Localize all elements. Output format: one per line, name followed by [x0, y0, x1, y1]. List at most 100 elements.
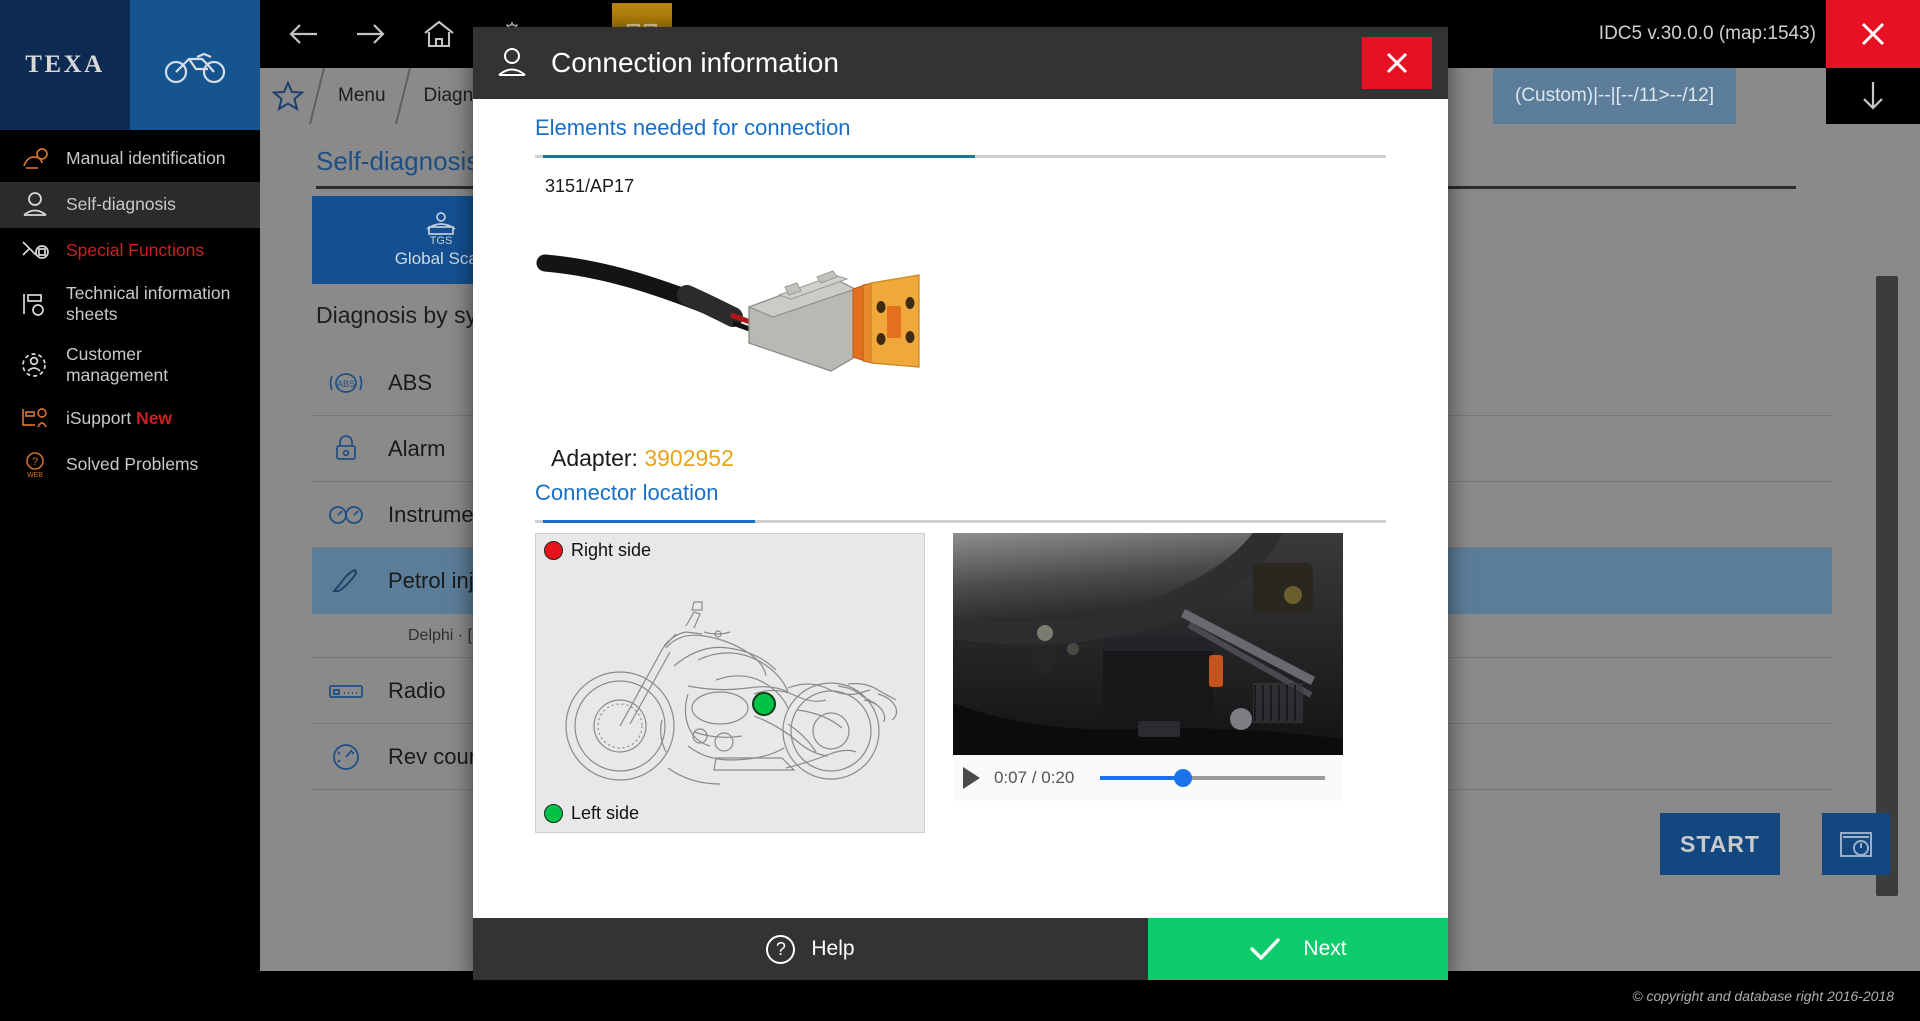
- video-thumbnail[interactable]: [953, 533, 1343, 755]
- sidebar-item-isupport[interactable]: iSupport New: [0, 395, 260, 441]
- page-title: Self-diagnosis: [316, 146, 479, 177]
- next-button[interactable]: Next: [1148, 918, 1448, 980]
- home-icon: [421, 19, 457, 49]
- dialog-close-button[interactable]: [1362, 37, 1432, 89]
- right-side-legend: Right side: [544, 540, 651, 561]
- connector-location-panels: Right side: [473, 533, 1448, 833]
- isupport-icon: [18, 405, 52, 431]
- solved-problems-web-icon: ? WEB: [18, 450, 52, 478]
- next-label: Next: [1303, 937, 1346, 961]
- self-diagnosis-icon: [18, 191, 52, 219]
- injector-icon: [326, 566, 366, 596]
- connector-image: [473, 211, 1448, 411]
- arrow-right-icon: [351, 20, 391, 48]
- radio-icon: [326, 681, 366, 701]
- sidebar-item-label: Special Functions: [66, 240, 204, 261]
- tab-connector-location[interactable]: Connector location: [535, 480, 718, 520]
- play-button[interactable]: [963, 767, 980, 789]
- motorcycle-icon: [164, 45, 226, 85]
- self-diagnosis-icon: [473, 46, 551, 80]
- video-progress-track[interactable]: [1100, 776, 1325, 780]
- adapter-label: Adapter:: [551, 445, 638, 471]
- motorcycle-outline-drawing: [548, 576, 918, 791]
- tab-underline: [535, 155, 1386, 158]
- question-mark-icon: ?: [766, 935, 795, 964]
- rev-counter-icon: [326, 741, 366, 773]
- video-controls: 0:07 / 0:20: [953, 755, 1343, 801]
- snapshot-icon: [1836, 826, 1876, 862]
- alarm-icon: [326, 435, 366, 463]
- sidebar-nav: Manual identification Self-diagnosis Spe…: [0, 136, 260, 487]
- customer-management-icon: [18, 351, 52, 379]
- svg-text:ABS: ABS: [337, 379, 355, 389]
- dialog-header: Connection information: [473, 27, 1448, 99]
- location-tab-section: Connector location: [473, 472, 1448, 523]
- technical-sheets-icon: [18, 291, 52, 317]
- abs-icon: ABS: [326, 370, 366, 396]
- sidebar-item-special-functions[interactable]: Special Functions: [0, 228, 260, 274]
- sidebar-item-label: Technical information sheets: [66, 283, 246, 326]
- back-button[interactable]: [272, 3, 334, 65]
- manual-identification-icon: [18, 146, 52, 172]
- favorites-button[interactable]: [260, 68, 316, 124]
- sidebar-item-self-diagnosis[interactable]: Self-diagnosis: [0, 182, 260, 228]
- elements-tab-section: Elements needed for connection: [473, 99, 1448, 158]
- expand-button[interactable]: [1826, 68, 1920, 124]
- help-label: Help: [811, 937, 854, 961]
- close-icon: [1853, 14, 1893, 54]
- tab-elements-needed[interactable]: Elements needed for connection: [535, 115, 851, 155]
- sidebar-item-manual-identification[interactable]: Manual identification: [0, 136, 260, 182]
- texa-logo-text: TEXA: [25, 51, 104, 79]
- system-name: Radio: [388, 678, 445, 704]
- app-version: IDC5 v.30.0.0 (map:1543): [1599, 0, 1816, 68]
- dialog-footer: ? Help Next: [473, 918, 1448, 980]
- breadcrumb-tail: [1736, 68, 1826, 124]
- system-name: ABS: [388, 370, 432, 396]
- video-progress-fill: [1100, 776, 1183, 780]
- instruments-icon: [326, 504, 366, 526]
- element-code: 3151/AP17: [473, 158, 1448, 197]
- dialog-title: Connection information: [551, 47, 1362, 79]
- window-close-button[interactable]: [1826, 0, 1920, 68]
- vehicle-type-button[interactable]: [130, 0, 260, 130]
- connector-location-marker: [753, 693, 775, 715]
- isupport-new-badge: New: [136, 408, 172, 428]
- close-icon: [1380, 46, 1414, 80]
- right-side-label: Right side: [571, 540, 651, 561]
- start-button[interactable]: START: [1660, 813, 1780, 875]
- sidebar-item-label: Customer management: [66, 344, 246, 387]
- svg-text:WEB: WEB: [27, 472, 43, 478]
- sidebar-item-customer-management[interactable]: Customer management: [0, 335, 260, 396]
- sidebar-item-label: Self-diagnosis: [66, 194, 176, 215]
- left-side-dot: [544, 804, 563, 823]
- home-button[interactable]: [408, 3, 470, 65]
- breadcrumb-selection[interactable]: (Custom)|--|[--/11>--/12]: [1493, 68, 1736, 124]
- star-icon: [272, 80, 304, 112]
- arrow-left-icon: [283, 20, 323, 48]
- right-side-dot: [544, 541, 563, 560]
- video-progress-knob[interactable]: [1174, 769, 1192, 787]
- forward-button[interactable]: [340, 3, 402, 65]
- system-name: Alarm: [388, 436, 445, 462]
- content-scrollbar[interactable]: [1876, 276, 1898, 896]
- help-button[interactable]: ? Help: [473, 918, 1148, 980]
- snapshot-button[interactable]: [1822, 813, 1890, 875]
- tgs-icon: TGS: [413, 211, 469, 245]
- video-time-display: 0:07 / 0:20: [994, 768, 1074, 788]
- svg-text:?: ?: [32, 456, 38, 468]
- bike-diagram-panel: Right side: [535, 533, 925, 833]
- breadcrumb-menu[interactable]: Menu: [316, 68, 402, 124]
- application-window: TEXA Manual identif: [0, 0, 1920, 1021]
- texa-logo: TEXA: [0, 0, 130, 130]
- breadcrumb-selection-group: (Custom)|--|[--/11>--/12]: [1493, 68, 1826, 124]
- left-side-label: Left side: [571, 803, 639, 824]
- check-icon: [1249, 936, 1281, 962]
- adapter-row: Adapter: 3902952: [473, 445, 1448, 472]
- sidebar-item-solved-problems[interactable]: ? WEB Solved Problems: [0, 441, 260, 487]
- sidebar-item-label: Solved Problems: [66, 454, 198, 475]
- brand-row: TEXA: [0, 0, 260, 130]
- video-panel: 0:07 / 0:20: [953, 533, 1343, 833]
- sidebar-item-technical-sheets[interactable]: Technical information sheets: [0, 274, 260, 335]
- left-side-legend: Left side: [544, 803, 639, 824]
- tab-underline: [535, 520, 1386, 523]
